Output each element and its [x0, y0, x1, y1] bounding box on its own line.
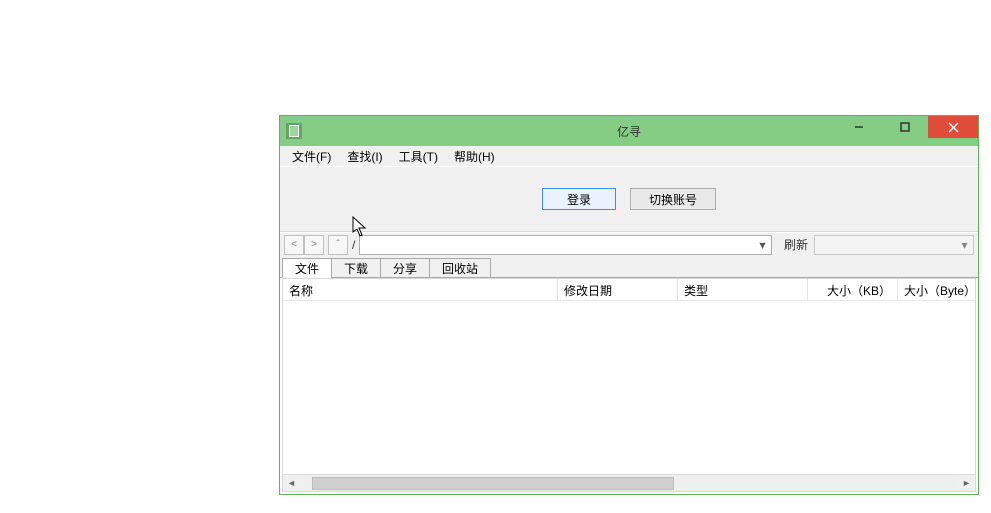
- scroll-track[interactable]: [300, 475, 958, 491]
- login-button[interactable]: 登录: [542, 188, 616, 210]
- column-modified[interactable]: 修改日期: [558, 279, 678, 300]
- tabstrip: 文件 下载 分享 回收站: [280, 256, 978, 278]
- horizontal-scrollbar[interactable]: ◄ ►: [283, 474, 975, 491]
- menu-tools[interactable]: 工具(T): [393, 146, 444, 167]
- window-controls: [836, 116, 978, 138]
- path-root-label: /: [348, 238, 359, 252]
- menubar: 文件(F) 查找(I) 工具(T) 帮助(H): [280, 146, 978, 167]
- nav-up-button[interactable]: ˆ: [328, 235, 348, 255]
- nav-back-button[interactable]: <: [284, 235, 304, 255]
- list-view: 名称 修改日期 类型 大小（KB） 大小（Byte） ◄ ►: [282, 278, 976, 492]
- list-body[interactable]: [283, 301, 975, 474]
- chevron-right-icon: >: [311, 239, 317, 250]
- chevron-down-icon: ▾: [956, 236, 973, 254]
- menu-file[interactable]: 文件(F): [286, 146, 337, 167]
- minimize-icon: [854, 122, 864, 132]
- column-type[interactable]: 类型: [678, 279, 808, 300]
- column-size-byte[interactable]: 大小（Byte）: [898, 279, 975, 300]
- close-button[interactable]: [928, 116, 978, 138]
- tab-downloads[interactable]: 下载: [331, 258, 381, 278]
- app-window: 亿寻 文件(F) 查找(I) 工具(T) 帮助(H) 登录 切换账号 < > ˆ…: [279, 115, 979, 495]
- chevron-left-icon: <: [291, 239, 297, 250]
- aux-combobox[interactable]: ▾: [814, 235, 974, 255]
- toolbar: 登录 切换账号: [280, 167, 978, 232]
- maximize-button[interactable]: [882, 116, 928, 138]
- scroll-right-icon[interactable]: ►: [958, 475, 975, 491]
- navbar: < > ˆ / ▾ 刷新 ▾: [280, 232, 978, 256]
- switch-account-button[interactable]: 切换账号: [630, 188, 716, 210]
- menu-find[interactable]: 查找(I): [341, 146, 388, 167]
- tab-recycle[interactable]: 回收站: [429, 258, 491, 278]
- scroll-left-icon[interactable]: ◄: [283, 475, 300, 491]
- chevron-down-icon: ▾: [754, 236, 771, 254]
- chevron-up-icon: ˆ: [336, 239, 339, 250]
- scroll-thumb[interactable]: [312, 477, 674, 490]
- menu-help[interactable]: 帮助(H): [448, 146, 501, 167]
- maximize-icon: [900, 122, 910, 132]
- column-headers: 名称 修改日期 类型 大小（KB） 大小（Byte）: [283, 279, 975, 301]
- tab-share[interactable]: 分享: [380, 258, 430, 278]
- titlebar[interactable]: 亿寻: [280, 116, 978, 146]
- refresh-button[interactable]: 刷新: [778, 236, 814, 253]
- close-icon: [948, 122, 959, 133]
- minimize-button[interactable]: [836, 116, 882, 138]
- tab-files[interactable]: 文件: [282, 258, 332, 278]
- path-combobox[interactable]: ▾: [359, 235, 772, 255]
- app-icon: [286, 123, 302, 139]
- column-size-kb[interactable]: 大小（KB）: [808, 279, 898, 300]
- column-name[interactable]: 名称: [283, 279, 558, 300]
- list-area: 名称 修改日期 类型 大小（KB） 大小（Byte） ◄ ►: [280, 278, 978, 494]
- nav-forward-button[interactable]: >: [304, 235, 324, 255]
